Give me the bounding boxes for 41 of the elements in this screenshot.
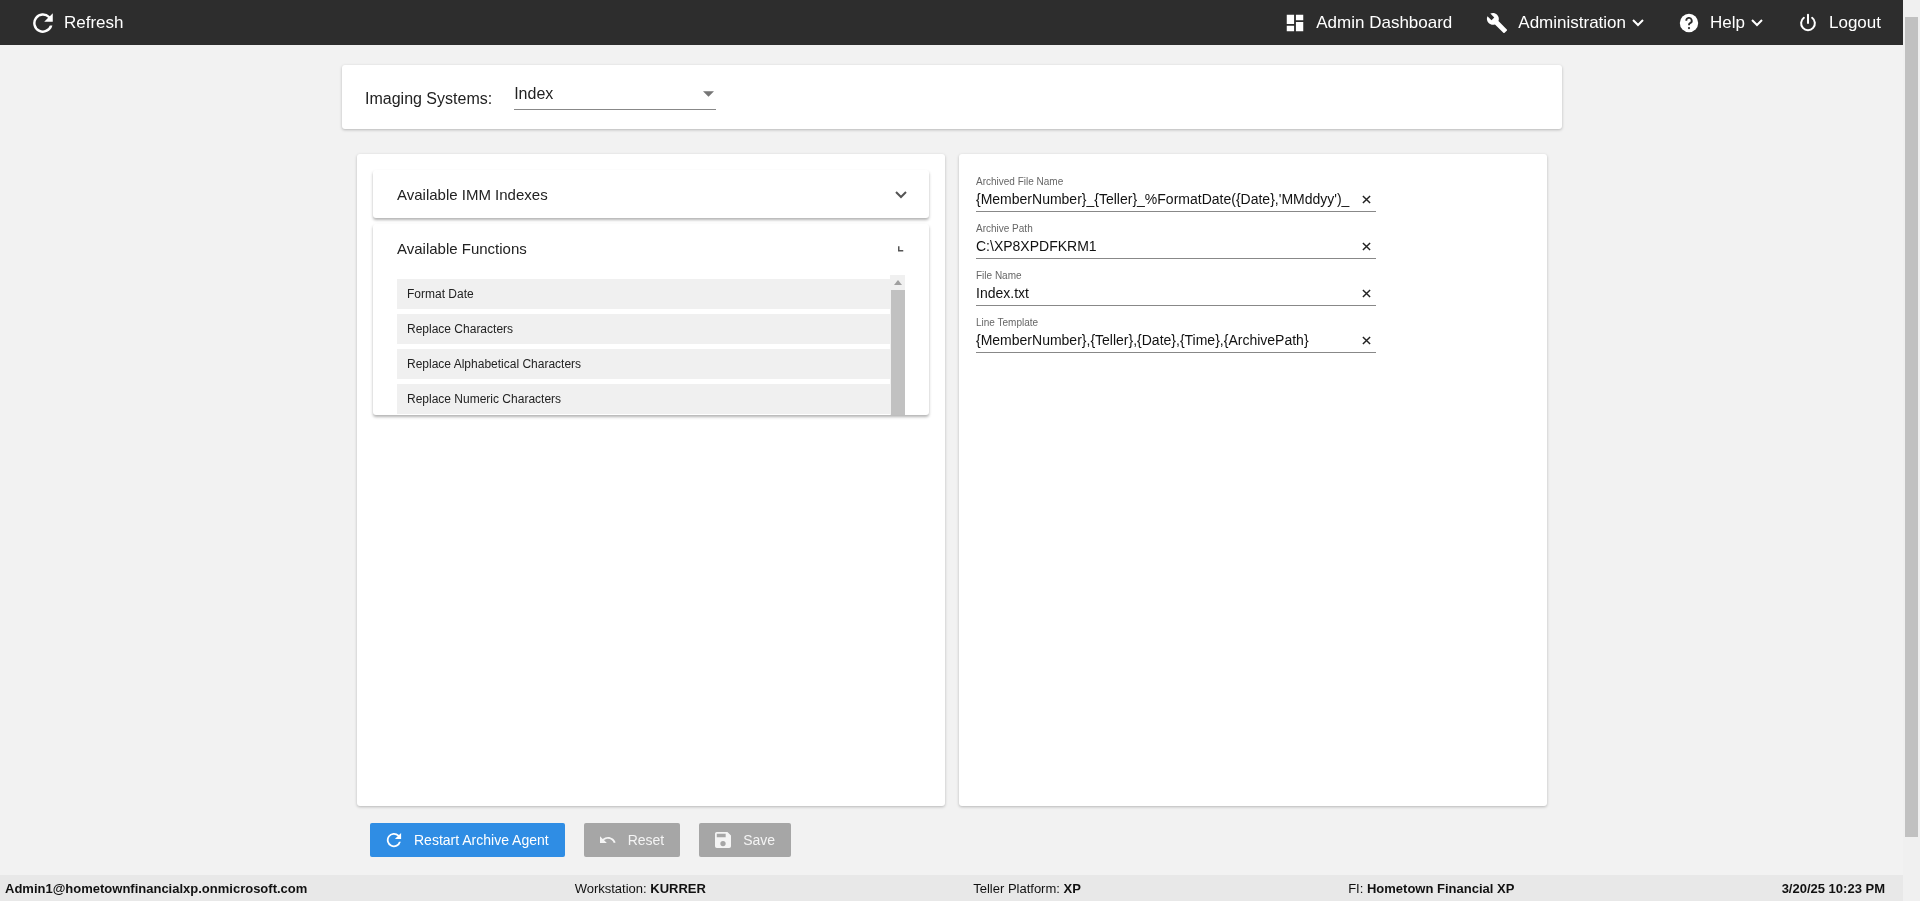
clear-icon: [1362, 288, 1371, 298]
text-field[interactable]: Index.txt: [976, 285, 1356, 301]
text-field[interactable]: {MemberNumber},{Teller},{Date},{Time},{ArchivePath}: [976, 332, 1356, 348]
status-item: Workstation: KURRER: [574, 880, 706, 896]
function-item[interactable]: Replace Alphabetical Characters: [397, 349, 890, 379]
refresh-button[interactable]: Refresh: [30, 7, 126, 38]
undo-icon: [599, 836, 616, 844]
scroll-up-arrow-icon: [893, 280, 902, 285]
scrollbar[interactable]: [1903, 0, 1920, 901]
status-item: FI: Hometown Financial XP: [1348, 880, 1515, 896]
chevron-down-icon: [895, 189, 907, 199]
accordion-header[interactable]: Available IMM Indexes: [373, 170, 929, 218]
clear-icon: [1362, 335, 1371, 345]
power-icon: [1797, 11, 1819, 34]
clear-icon: [1362, 194, 1371, 204]
help-icon: [1678, 11, 1701, 34]
status-item: Teller Platform: XP: [973, 880, 1081, 896]
function-item[interactable]: Replace Numeric Characters: [397, 384, 890, 414]
field-label: Archive Path: [976, 223, 1034, 234]
text-field[interactable]: C:\XP8XPDFKRM1: [976, 238, 1356, 254]
menu-button[interactable]: Admin Dashboard: [1282, 7, 1455, 38]
menu-button[interactable]: Logout: [1795, 7, 1883, 38]
wrench-icon: [1486, 11, 1509, 34]
text-field[interactable]: {MemberNumber}_{Teller}_%FormatDate({Date},'MMddyy')_: [976, 191, 1356, 207]
dropdown-arrow-icon: [703, 90, 715, 97]
menu-button[interactable]: Help: [1676, 7, 1765, 38]
list-scrollbar[interactable]: [890, 275, 905, 415]
refresh-icon: [386, 832, 402, 848]
imaging-systems-label: Imaging Systems:: [365, 90, 493, 108]
date-time: 3/20/25 10:23 PM: [1781, 880, 1885, 896]
refresh-icon: [32, 11, 54, 34]
function-item[interactable]: Format Date: [397, 279, 890, 309]
imaging-systems-select[interactable]: Index: [514, 84, 717, 110]
field-label: Line Template: [976, 317, 1040, 328]
field-label: File Name: [976, 270, 1023, 281]
user-email: Admin1@hometownfinancialxp.onmicrosoft.com: [5, 880, 308, 896]
function-item[interactable]: Replace Characters: [397, 314, 890, 344]
clear-icon: [1362, 241, 1371, 251]
menu-button[interactable]: Administration: [1484, 7, 1647, 38]
accordion-header[interactable]: Available Functions: [373, 224, 929, 272]
field-label: Archived File Name: [976, 176, 1065, 187]
